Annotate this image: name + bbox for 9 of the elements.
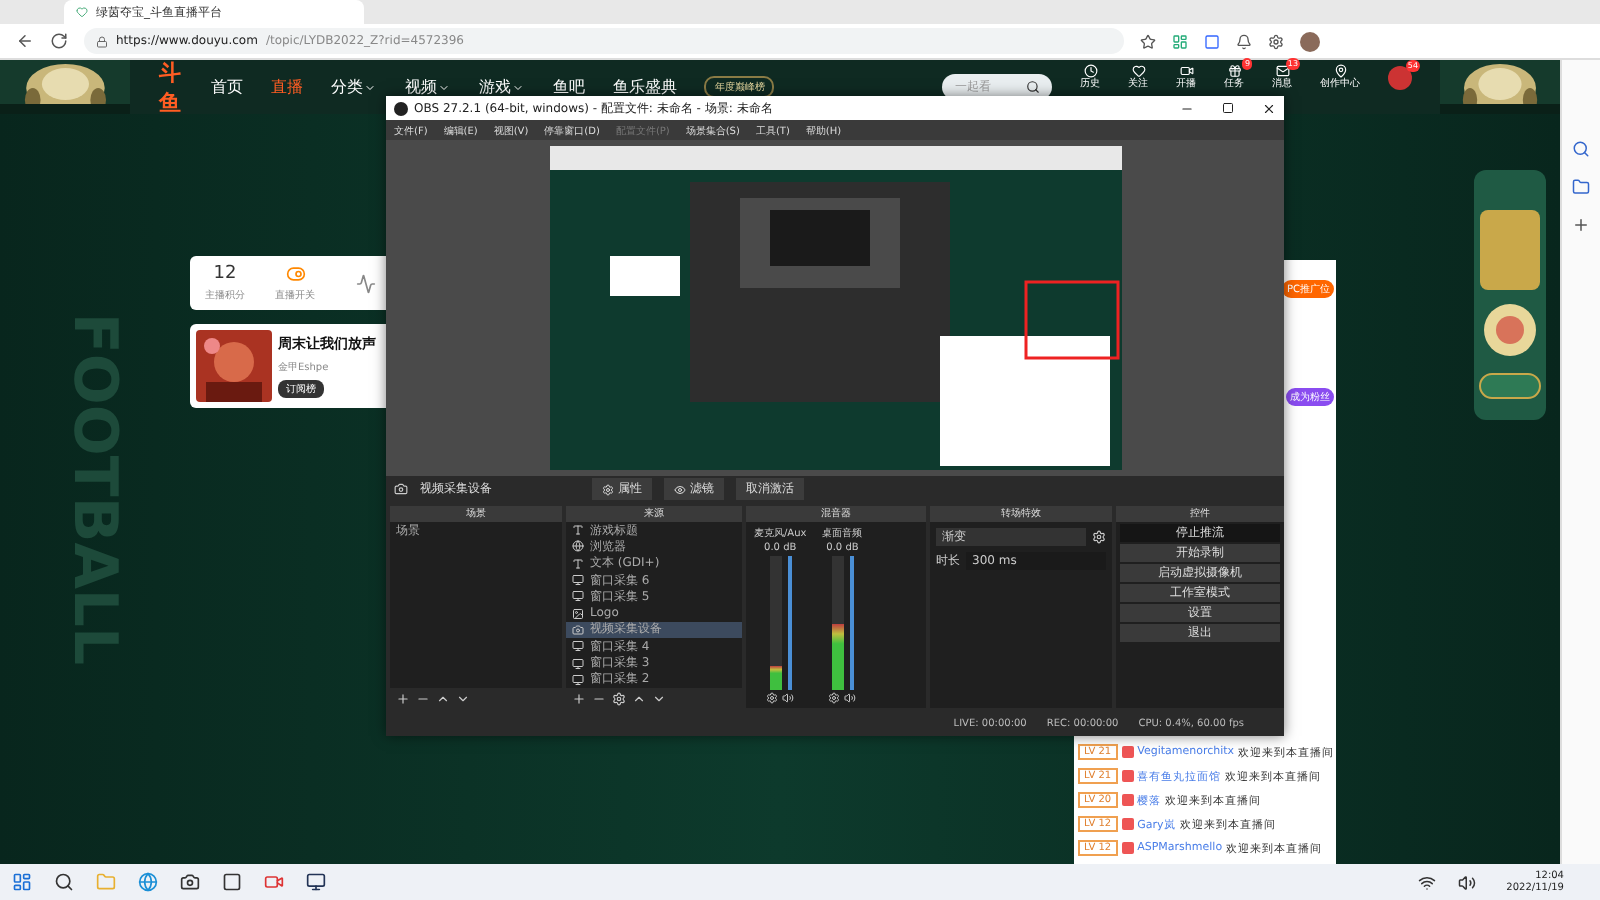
nav-link[interactable]: 视频: [404, 76, 451, 98]
nav-link[interactable]: 游戏: [478, 76, 525, 98]
nav-link[interactable]: 首页: [210, 76, 243, 98]
nav-link[interactable]: 直播: [270, 76, 303, 98]
nav-link[interactable]: 分类: [330, 76, 377, 98]
score-value: 12: [213, 264, 237, 284]
site-logo[interactable]: 斗鱼: [158, 57, 183, 117]
nav-link[interactable]: 鱼吧: [552, 76, 585, 98]
nav-link[interactable]: 鱼乐盛典: [612, 76, 677, 98]
